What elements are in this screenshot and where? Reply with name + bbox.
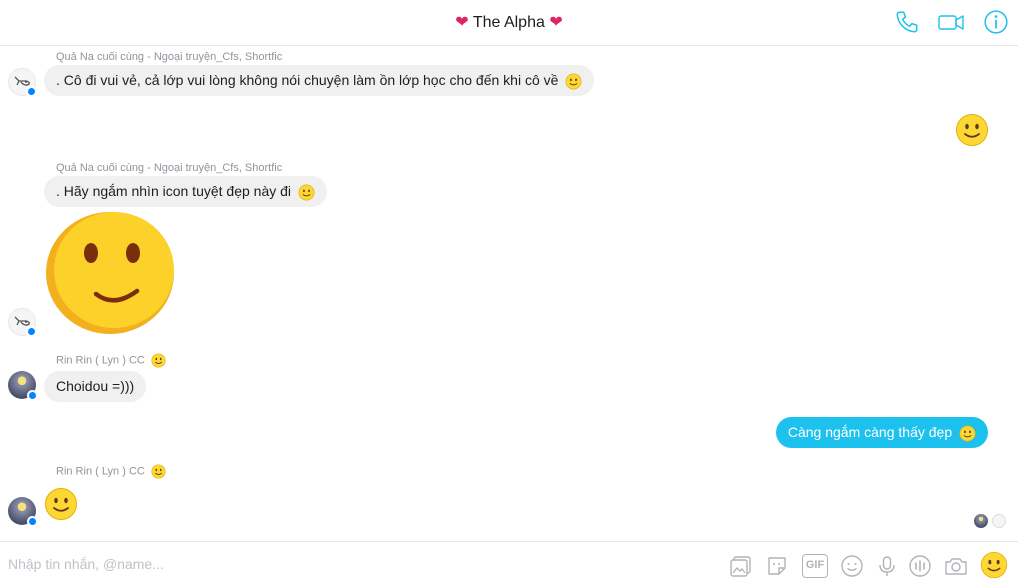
message-text: . Cô đi vui vẻ, cả lớp vui lòng không nó… [56, 72, 559, 88]
sender-name-text: Rin Rin ( Lyn ) CC [56, 465, 145, 478]
avatar[interactable] [8, 68, 37, 97]
outgoing-message-bubble[interactable]: Càng ngắm càng thấy đẹp [775, 417, 988, 448]
conversation-name[interactable]: The Alpha [473, 14, 545, 31]
smile-emoji-icon[interactable] [44, 487, 78, 521]
smile-emoji-icon [298, 184, 315, 201]
like-emoji-icon[interactable] [980, 551, 1008, 579]
audio-wave-icon[interactable] [908, 554, 932, 578]
seen-avatar [974, 514, 988, 528]
message-input[interactable] [8, 556, 508, 572]
smile-emoji-icon[interactable] [955, 113, 989, 147]
video-icon[interactable] [937, 9, 965, 35]
message-list[interactable]: Quả Na cuối cùng - Ngoại truyện_Cfs, Sho… [0, 46, 1018, 541]
sticker-icon[interactable] [765, 554, 789, 578]
messenger-badge-icon [27, 390, 38, 401]
emoji-icon[interactable] [840, 554, 864, 578]
messenger-badge-icon [26, 326, 37, 337]
heart-right-icon: ❤ [549, 14, 563, 31]
avatar[interactable] [8, 371, 38, 401]
phone-icon[interactable] [894, 9, 920, 35]
sender-name: Rin Rin ( Lyn ) CC [56, 353, 166, 368]
smile-emoji-icon [151, 464, 166, 479]
message-text: Choidou =))) [56, 378, 135, 394]
image-icon[interactable] [729, 554, 753, 578]
sender-name: Rin Rin ( Lyn ) CC [56, 464, 166, 479]
smile-emoji-icon [959, 425, 976, 442]
conversation-title: ❤ The Alpha ❤ [0, 12, 1018, 32]
message-composer: GIF [0, 541, 1018, 586]
big-smile-emoji-icon[interactable] [44, 210, 176, 336]
info-icon[interactable] [983, 9, 1009, 35]
messenger-badge-icon [27, 516, 38, 527]
heart-left-icon: ❤ [455, 14, 469, 31]
avatar[interactable] [8, 497, 38, 527]
messenger-badge-icon [26, 86, 37, 97]
message-bubble[interactable]: Choidou =))) [44, 371, 147, 402]
conversation-header: ❤ The Alpha ❤ [0, 0, 1018, 46]
message-bubble[interactable]: . Cô đi vui vẻ, cả lớp vui lòng không nó… [44, 65, 595, 96]
microphone-icon[interactable] [875, 554, 899, 578]
message-text: Càng ngắm càng thấy đẹp [787, 424, 953, 440]
sender-name: Quả Na cuối cùng - Ngoại truyện_Cfs, Sho… [56, 162, 283, 174]
seen-avatar [992, 514, 1006, 528]
camera-icon[interactable] [944, 554, 968, 578]
sender-name-text: Rin Rin ( Lyn ) CC [56, 354, 145, 367]
sender-name: Quả Na cuối cùng - Ngoại truyện_Cfs, Sho… [56, 51, 283, 63]
smile-emoji-icon [151, 353, 166, 368]
smile-emoji-icon [565, 73, 582, 90]
message-text: . Hãy ngắm nhìn icon tuyệt đẹp này đi [56, 183, 292, 199]
avatar[interactable] [8, 308, 37, 337]
message-bubble[interactable]: . Hãy ngắm nhìn icon tuyệt đẹp này đi [44, 176, 327, 207]
gif-icon[interactable]: GIF [802, 554, 828, 578]
